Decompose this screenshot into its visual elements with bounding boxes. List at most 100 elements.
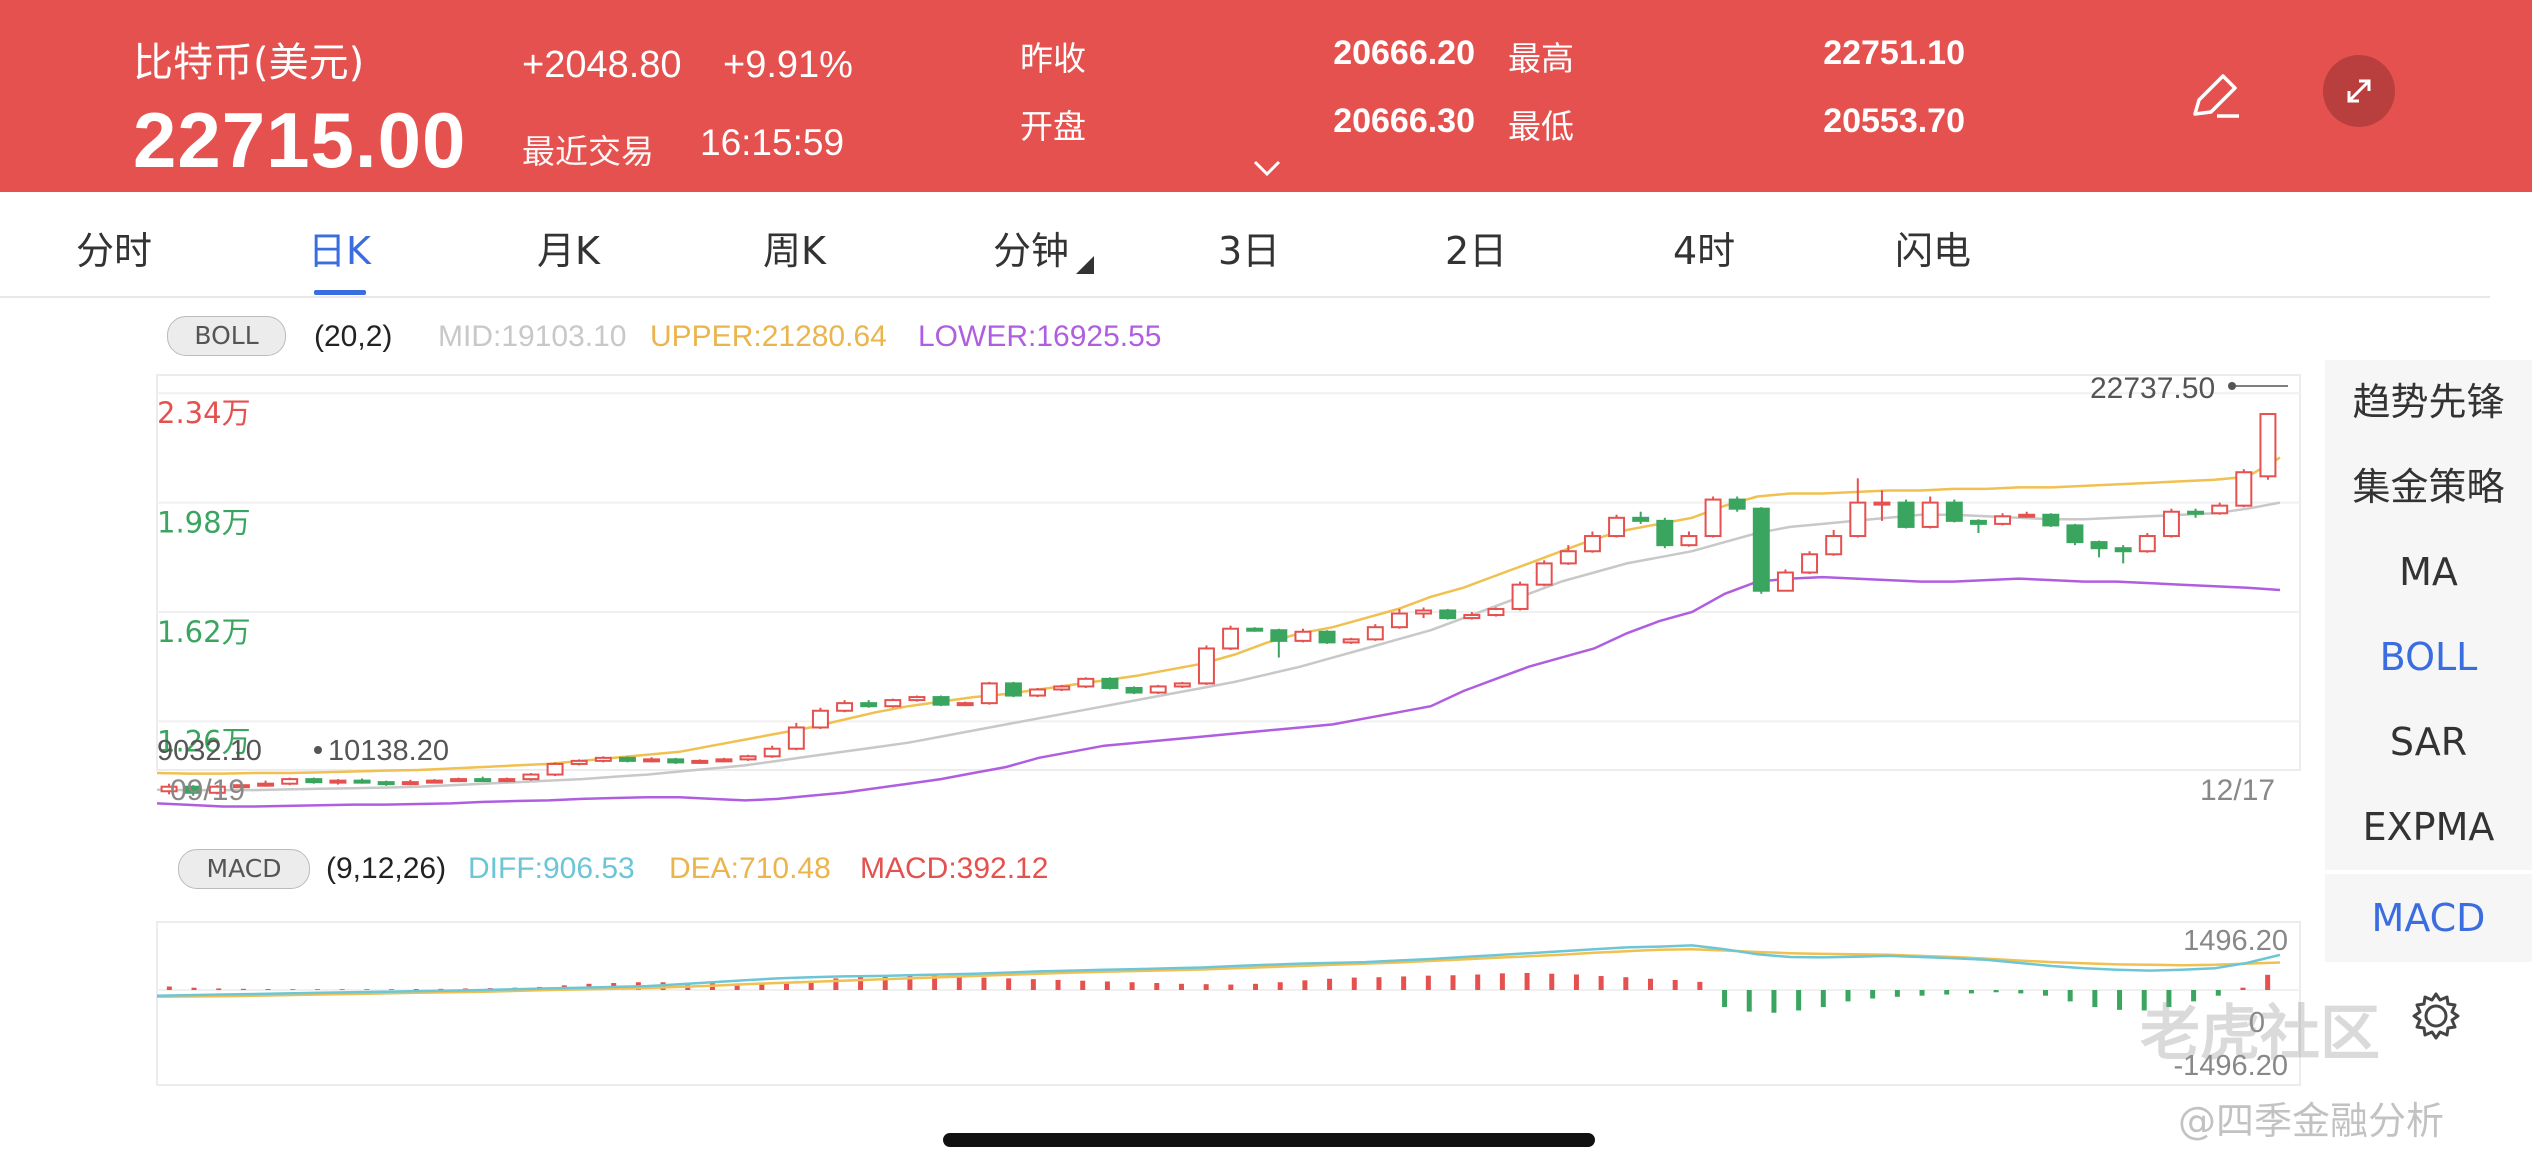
candle-body xyxy=(739,755,757,761)
sidebar-item-ma[interactable]: MA xyxy=(2325,530,2532,615)
candle-body xyxy=(1390,612,1408,629)
candle-body xyxy=(425,779,443,784)
candle-body xyxy=(1897,501,1915,528)
candle-body xyxy=(1752,507,1770,592)
candle-body xyxy=(715,758,733,763)
macd-diff-line xyxy=(156,944,2281,997)
min-price-label-2: 10138.20 xyxy=(328,735,449,767)
watermark-author: @四季金融分析 xyxy=(2178,1099,2445,1143)
candle-body xyxy=(450,778,468,783)
candle-body xyxy=(1318,630,1336,644)
kline-frame xyxy=(156,374,2301,771)
candle-body xyxy=(1921,501,1939,528)
candle-body xyxy=(1415,609,1433,615)
candle-body xyxy=(1945,501,1963,522)
candle-body xyxy=(2138,535,2156,553)
candle-body xyxy=(1270,629,1288,642)
candle-body xyxy=(908,696,926,702)
candle-body xyxy=(1969,519,1987,525)
candle-body xyxy=(2162,510,2180,538)
candle-body xyxy=(1583,535,1601,553)
candle-body xyxy=(1053,685,1071,691)
candle-body xyxy=(884,699,902,708)
candle-body xyxy=(305,778,323,784)
candle-body xyxy=(1125,686,1143,694)
candle-body xyxy=(1197,647,1215,685)
candle-body xyxy=(787,726,805,750)
candle-body xyxy=(2235,471,2253,507)
candles xyxy=(160,412,2277,796)
candle-body xyxy=(1849,501,1867,538)
candle-body xyxy=(353,779,371,784)
kline-labels: 2.34万1.98万1.62万1.26万09/19 12/1722737.5090… xyxy=(157,372,2288,807)
candle-body xyxy=(1149,685,1167,694)
kline-grid xyxy=(156,374,2301,771)
sidebar-item-gold-strategy[interactable]: 集金策略 xyxy=(2325,445,2532,530)
candle-body xyxy=(2018,513,2036,518)
candle-body xyxy=(1994,515,2012,525)
candle-body xyxy=(498,778,516,783)
x-end-label: 12/17 xyxy=(2200,774,2275,807)
candle-body xyxy=(1222,627,1240,650)
min-marker-dot xyxy=(314,746,322,754)
candle-body xyxy=(2187,510,2205,515)
candle-body xyxy=(1559,550,1577,565)
indicator-sidebar: 趋势先锋 集金策略 MA BOLL SAR EXPMA xyxy=(2325,360,2532,870)
candle-body xyxy=(1728,498,1746,510)
candle-body xyxy=(2211,504,2229,515)
candle-body xyxy=(1511,583,1529,610)
candle-body xyxy=(811,709,829,729)
candle-body xyxy=(618,756,636,762)
candle-body xyxy=(1535,562,1553,586)
macd-grid xyxy=(156,921,2301,1086)
y-tick-label: 2.34万 xyxy=(157,396,251,430)
candle-body xyxy=(980,682,998,705)
candle-body xyxy=(1608,516,1626,538)
sidebar-item-macd[interactable]: MACD xyxy=(2325,874,2532,962)
candle-body xyxy=(2259,413,2277,478)
candle-body xyxy=(836,702,854,712)
candle-body xyxy=(1366,626,1384,641)
candle-body xyxy=(1825,535,1843,556)
candle-body xyxy=(401,781,419,786)
sidebar-item-trend-pioneer[interactable]: 趋势先锋 xyxy=(2325,360,2532,445)
candle-body xyxy=(763,747,781,758)
candle-body xyxy=(329,779,347,784)
x-start-label: 09/19 xyxy=(170,774,245,807)
candle-body xyxy=(1077,677,1095,688)
candle-body xyxy=(860,702,878,708)
candle-body xyxy=(1342,638,1360,644)
candle-body xyxy=(1439,609,1457,620)
candle-body xyxy=(667,758,685,764)
macd-max-label: 1496.20 xyxy=(2183,925,2288,957)
boll-mid-line xyxy=(156,501,2281,792)
candle-body xyxy=(956,702,974,707)
candle-body xyxy=(546,762,564,776)
candle-body xyxy=(1294,630,1312,642)
candle-body xyxy=(522,773,540,781)
candle-body xyxy=(474,778,492,783)
candle-body xyxy=(594,756,612,762)
kline-chart[interactable]: 2.34万1.98万1.62万1.26万09/19 12/1722737.5090… xyxy=(0,0,2325,1100)
fullscreen-button[interactable] xyxy=(2323,55,2395,127)
candle-body xyxy=(570,759,588,765)
y-tick-label: 1.98万 xyxy=(157,506,251,540)
macd-frame xyxy=(156,921,2301,1086)
expand-icon xyxy=(2347,79,2371,103)
candle-body xyxy=(1801,553,1819,574)
candle-body xyxy=(377,781,395,786)
candle-body xyxy=(2090,541,2108,550)
candle-body xyxy=(2066,524,2084,544)
candle-body xyxy=(1704,498,1722,538)
candle-body xyxy=(1463,614,1481,620)
candle-body xyxy=(2042,513,2060,527)
candle-body xyxy=(932,696,950,706)
sidebar-item-sar[interactable]: SAR xyxy=(2325,700,2532,785)
candle-body xyxy=(1029,688,1047,697)
candle-body xyxy=(1656,519,1674,547)
sidebar-item-boll[interactable]: BOLL xyxy=(2325,615,2532,700)
y-tick-label: 1.62万 xyxy=(157,615,251,649)
gear-icon[interactable] xyxy=(2408,988,2464,1044)
sidebar-item-expma[interactable]: EXPMA xyxy=(2325,785,2532,870)
candle-body xyxy=(1873,501,1891,506)
